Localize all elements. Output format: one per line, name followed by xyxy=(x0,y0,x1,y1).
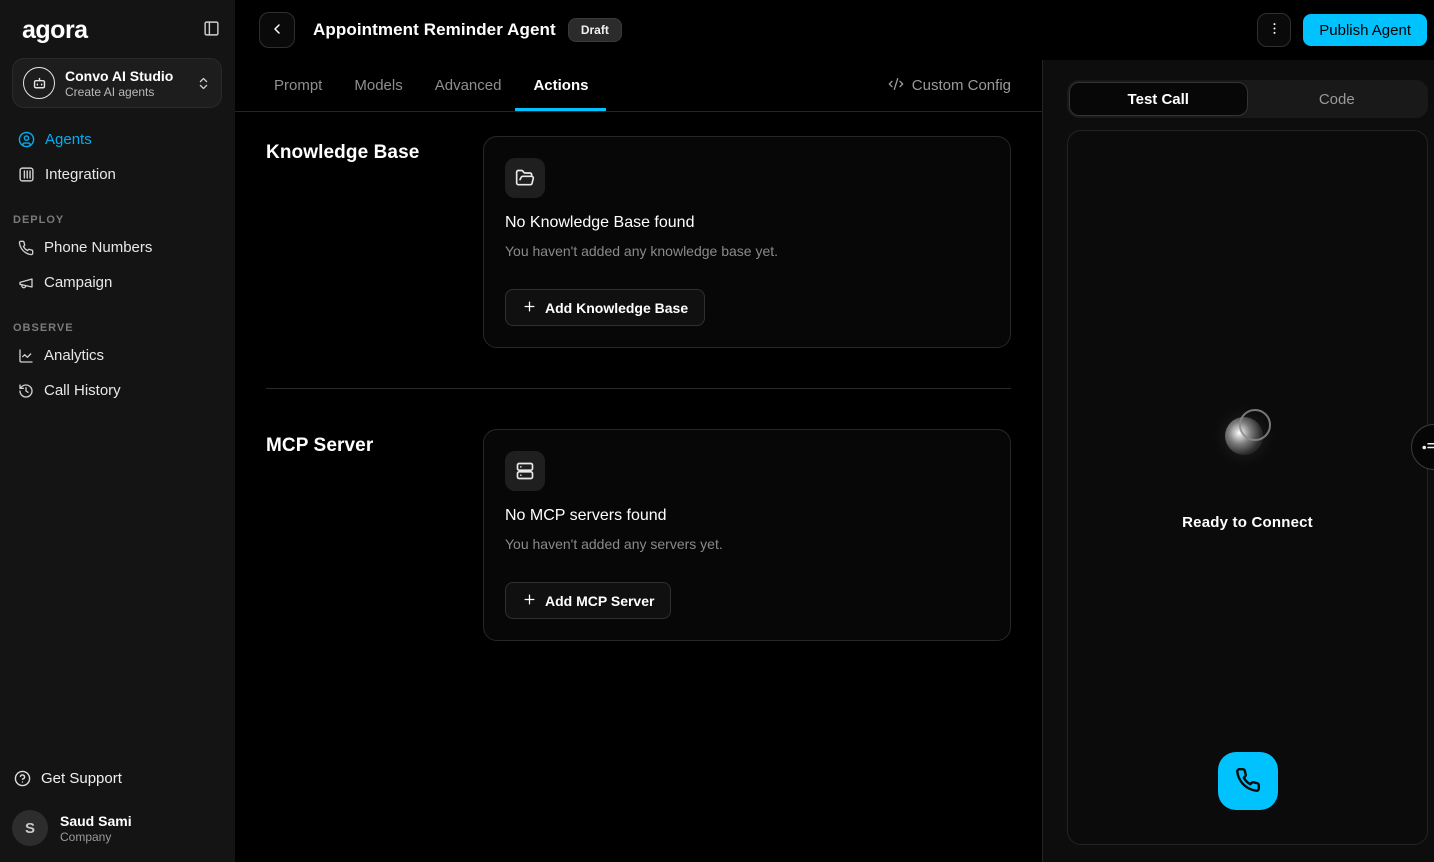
more-options-button[interactable] xyxy=(1257,13,1291,47)
kebab-menu-icon xyxy=(1267,21,1282,39)
sidebar-item-label: Integration xyxy=(45,166,116,183)
agent-config-column: Prompt Models Advanced Actions Custom Co… xyxy=(235,60,1043,862)
sidebar-section-observe: OBSERVE Analytics Call History xyxy=(12,322,222,408)
phone-call-icon xyxy=(1235,767,1261,796)
sidebar-header: agora xyxy=(12,12,222,46)
knowledge-base-title: Knowledge Base xyxy=(266,136,483,164)
sidebar-item-label: Phone Numbers xyxy=(44,239,152,256)
main-area: Appointment Reminder Agent Draft Publish… xyxy=(235,0,1434,862)
config-tabs-row: Prompt Models Advanced Actions Custom Co… xyxy=(235,60,1042,112)
agora-logo: agora xyxy=(22,18,88,43)
config-tabs: Prompt Models Advanced Actions xyxy=(274,60,588,111)
agent-icon xyxy=(18,131,35,148)
sidebar-item-phone-numbers[interactable]: Phone Numbers xyxy=(12,230,222,265)
mcp-server-empty-card: No MCP servers found You haven't added a… xyxy=(483,429,1011,641)
phone-icon xyxy=(18,240,34,256)
tab-actions[interactable]: Actions xyxy=(533,60,588,111)
actions-tab-content: Knowledge Base No Knowledge Base found Y… xyxy=(235,112,1042,862)
sidebar-section-deploy: DEPLOY Phone Numbers Campaign xyxy=(12,214,222,300)
chevrons-up-down-icon xyxy=(196,76,211,91)
orb-ring xyxy=(1239,409,1271,441)
header-actions: Publish Agent xyxy=(1257,13,1427,47)
panel-left-icon xyxy=(203,20,220,40)
knowledge-base-empty-subtitle: You haven't added any knowledge base yet… xyxy=(505,243,989,259)
integration-icon xyxy=(18,166,35,183)
sidebar-item-campaign[interactable]: Campaign xyxy=(12,265,222,300)
plus-icon xyxy=(522,299,537,317)
custom-config-label: Custom Config xyxy=(912,77,1011,94)
sidebar-collapse-button[interactable] xyxy=(203,20,220,40)
user-info: Saud Sami Company xyxy=(60,813,132,844)
help-circle-icon xyxy=(14,770,31,787)
sidebar-item-agents[interactable]: Agents xyxy=(12,122,222,157)
connection-status-text: Ready to Connect xyxy=(1068,514,1427,531)
analytics-icon xyxy=(18,348,34,364)
tab-code[interactable]: Code xyxy=(1248,82,1427,116)
tab-advanced[interactable]: Advanced xyxy=(435,60,502,111)
sidebar-item-label: Agents xyxy=(45,131,92,148)
tab-test-call[interactable]: Test Call xyxy=(1069,82,1248,116)
sidebar-item-label: Call History xyxy=(44,382,121,399)
megaphone-icon xyxy=(18,275,34,291)
get-support-button[interactable]: Get Support xyxy=(12,761,222,796)
add-knowledge-base-button[interactable]: Add Knowledge Base xyxy=(505,289,705,326)
add-knowledge-base-label: Add Knowledge Base xyxy=(545,300,688,316)
mcp-server-empty-subtitle: You haven't added any servers yet. xyxy=(505,536,989,552)
publish-agent-button[interactable]: Publish Agent xyxy=(1303,14,1427,46)
add-mcp-server-button[interactable]: Add MCP Server xyxy=(505,582,671,619)
get-support-label: Get Support xyxy=(41,770,122,787)
history-icon xyxy=(18,383,34,399)
sidebar-nav: Agents Integration xyxy=(12,122,222,192)
sidebar-item-label: Analytics xyxy=(44,347,104,364)
knowledge-base-empty-card: No Knowledge Base found You haven't adde… xyxy=(483,136,1011,348)
test-call-card: Ready to Connect xyxy=(1067,130,1428,845)
status-badge: Draft xyxy=(568,18,622,42)
knowledge-base-empty-title: No Knowledge Base found xyxy=(505,214,989,232)
avatar: S xyxy=(12,810,48,846)
workspace-name: Convo AI Studio xyxy=(65,68,186,84)
sidebar: agora Convo AI Studio Create AI agents xyxy=(0,0,235,862)
page-header: Appointment Reminder Agent Draft Publish… xyxy=(235,0,1434,60)
user-org: Company xyxy=(60,830,132,844)
sidebar-item-analytics[interactable]: Analytics xyxy=(12,338,222,373)
section-label: DEPLOY xyxy=(12,214,222,230)
tab-models[interactable]: Models xyxy=(354,60,402,111)
mcp-server-section: MCP Server No MCP servers found You have… xyxy=(266,429,1011,641)
sidebar-item-call-history[interactable]: Call History xyxy=(12,373,222,408)
workspace-info: Convo AI Studio Create AI agents xyxy=(65,68,186,99)
mcp-server-empty-title: No MCP servers found xyxy=(505,507,989,525)
knowledge-base-section: Knowledge Base No Knowledge Base found Y… xyxy=(266,136,1011,348)
section-label: OBSERVE xyxy=(12,322,222,338)
chevron-left-icon xyxy=(269,21,285,40)
voice-orb-icon xyxy=(1225,409,1271,455)
test-panel-tabs: Test Call Code xyxy=(1067,80,1428,118)
test-panel: Test Call Code Ready to Connect xyxy=(1043,60,1434,862)
body-row: Prompt Models Advanced Actions Custom Co… xyxy=(235,60,1434,862)
custom-config-button[interactable]: Custom Config xyxy=(888,76,1011,96)
user-name: Saud Sami xyxy=(60,813,132,829)
workspace-subtitle: Create AI agents xyxy=(65,85,186,99)
sidebar-footer: Get Support S Saud Sami Company xyxy=(12,761,222,848)
section-divider xyxy=(266,388,1011,389)
robot-icon xyxy=(23,67,55,99)
page-title: Appointment Reminder Agent xyxy=(313,20,556,40)
workspace-switcher[interactable]: Convo AI Studio Create AI agents xyxy=(12,58,222,108)
feedback-form-icon xyxy=(1419,437,1434,458)
code-xml-icon xyxy=(888,76,904,96)
sidebar-item-integration[interactable]: Integration xyxy=(12,157,222,192)
folder-open-icon xyxy=(505,158,545,198)
back-button[interactable] xyxy=(259,12,295,48)
mcp-server-title: MCP Server xyxy=(266,429,483,457)
sidebar-item-label: Campaign xyxy=(44,274,112,291)
add-mcp-server-label: Add MCP Server xyxy=(545,593,654,609)
server-icon xyxy=(505,451,545,491)
plus-icon xyxy=(522,592,537,610)
start-call-button[interactable] xyxy=(1218,752,1278,810)
app-root: agora Convo AI Studio Create AI agents xyxy=(0,0,1434,862)
tab-prompt[interactable]: Prompt xyxy=(274,60,322,111)
user-profile[interactable]: S Saud Sami Company xyxy=(12,802,222,848)
